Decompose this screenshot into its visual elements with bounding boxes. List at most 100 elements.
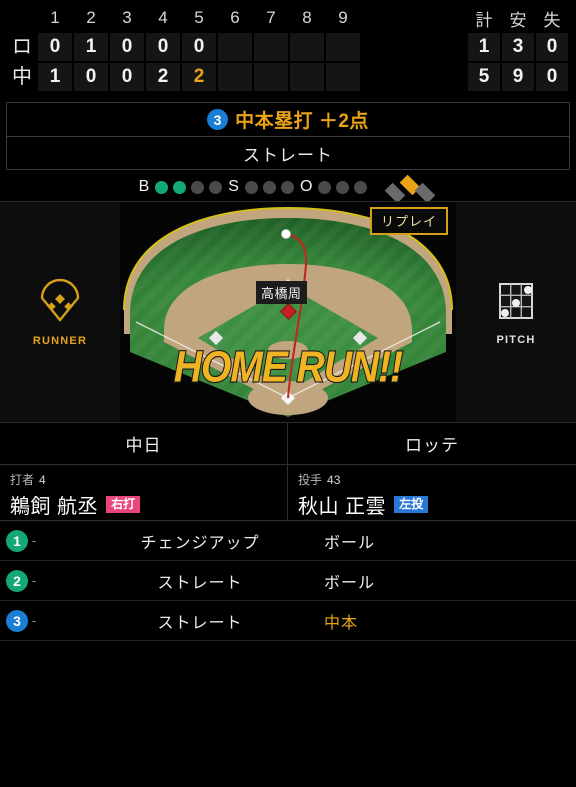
pitcher-number: 43 — [327, 473, 341, 487]
inning-cell-home-9 — [326, 63, 360, 91]
ball-dot-4 — [209, 180, 223, 194]
strike-dot-2 — [262, 180, 276, 194]
inning-header-6: 6 — [230, 8, 240, 27]
base-runner-diamond — [383, 174, 437, 204]
pitch-log-result-1: ボール — [324, 534, 376, 552]
pitch-log-row-1[interactable]: 1 - チェンジアップ ボール — [0, 521, 576, 561]
inning-header-8: 8 — [302, 8, 312, 27]
replay-button[interactable]: リプレイ — [369, 207, 448, 235]
batter-name: 鵜飼 航丞 — [10, 496, 99, 518]
pitch-log-row-2[interactable]: 2 - ストレート ボール — [0, 561, 576, 601]
runner-button[interactable]: RUNNER — [0, 278, 120, 347]
batter-name-line: 鵜飼 航丞 右打 — [10, 490, 277, 519]
total-cells-away: 1 3 0 — [468, 33, 568, 61]
pitch-log-num-wrap-2: 2 - — [0, 569, 100, 592]
ball-count-label: B — [138, 178, 150, 195]
total-errors-away: 0 — [536, 33, 568, 61]
strike-dot-1 — [244, 180, 258, 194]
pitch-number-badge: 3 — [207, 109, 229, 130]
inning-cell-home-5: 2 — [182, 63, 216, 91]
batter-handedness-badge: 右打 — [106, 496, 141, 513]
batter-role-line: 打者 4 — [10, 471, 277, 488]
out-count-group: O — [300, 178, 368, 196]
inning-cell-home-4: 2 — [146, 63, 180, 91]
scoreboard-row-home: 中 1 0 0 2 2 5 9 0 — [0, 62, 576, 92]
inning-cells-away: 0 1 0 0 0 — [38, 33, 360, 61]
scoreboard-corner-spacer: - — [6, 8, 38, 28]
pitch-log-result-3: 中本 — [324, 614, 359, 632]
pitch-log-speed-2: - — [32, 573, 37, 588]
homerun-result-text: HOME RUN!! — [173, 342, 404, 392]
strike-zone-grid-icon — [493, 279, 539, 330]
inning-cell-home-2: 0 — [74, 63, 108, 91]
total-header-hits: 安 — [509, 10, 527, 30]
inning-cell-away-9 — [326, 33, 360, 61]
pitcher-role-line: 投手 43 — [298, 471, 566, 488]
runner-button-label: RUNNER — [32, 334, 88, 347]
inning-cell-home-7 — [254, 63, 288, 91]
pitch-log-number-3: 3 — [6, 609, 28, 632]
pitch-log-speed-1: - — [32, 533, 37, 548]
team-column-header: 中日 ロッテ — [0, 423, 576, 465]
out-dot-1 — [318, 180, 332, 194]
pitch-button[interactable]: PITCH — [456, 279, 576, 346]
strike-dot-3 — [280, 180, 294, 194]
inning-header-2: 2 — [86, 8, 96, 27]
inning-cell-away-3: 0 — [110, 33, 144, 61]
inning-header-5: 5 — [194, 8, 204, 27]
pitcher-name: 秋山 正雲 — [298, 496, 387, 518]
inning-header-7: 7 — [266, 8, 276, 27]
event-result-text: 中本塁打 ＋2点 — [235, 111, 369, 132]
inning-cell-away-7 — [254, 33, 288, 61]
pitch-log-number-2: 2 — [6, 569, 28, 592]
ball-dot-1 — [155, 180, 169, 194]
inning-cell-home-1: 1 — [38, 63, 72, 91]
inning-cell-home-3: 0 — [110, 63, 144, 91]
pitch-button-label: PITCH — [496, 333, 536, 346]
team-column-home[interactable]: 中日 — [0, 423, 288, 464]
out-dot-2 — [336, 180, 350, 194]
pitcher-info[interactable]: 投手 43 秋山 正雲 左投 — [288, 465, 576, 520]
ball-dot-2 — [173, 180, 187, 194]
pitch-log-type-3: ストレート — [157, 614, 243, 632]
pitch-log-number-1: 1 — [6, 529, 28, 552]
total-errors-home: 0 — [536, 63, 568, 91]
strike-count-label: S — [228, 178, 239, 195]
scoreboard-row-away: ロ 0 1 0 0 0 1 3 0 — [0, 32, 576, 62]
scoreboard: - 1 2 3 4 5 6 7 8 9 計 安 失 ロ 0 1 0 0 0 — [0, 0, 576, 98]
pitch-log-type-2: ストレート — [157, 574, 243, 592]
pitch-log-num-wrap-3: 3 - — [0, 609, 100, 632]
out-dot-3 — [354, 180, 368, 194]
strike-count-group: S — [228, 178, 294, 196]
ball-dot-3 — [191, 180, 205, 194]
inning-header-3: 3 — [122, 8, 132, 27]
total-hits-away: 3 — [502, 33, 534, 61]
scoreboard-header-row: - 1 2 3 4 5 6 7 8 9 計 安 失 — [0, 4, 576, 32]
event-banner: 3 中本塁打 ＋2点 ストレート — [6, 102, 570, 170]
pitch-log-result-2: ボール — [324, 574, 376, 592]
play-visualization-area: RUNNER リプレイ 高橋周 HOME RUN!! PITCH — [0, 201, 576, 423]
inning-cell-away-2: 1 — [74, 33, 108, 61]
matchup-panel: 打者 4 鵜飼 航丞 右打 投手 43 秋山 正雲 左投 — [0, 465, 576, 521]
ball-count-group: B — [139, 178, 223, 196]
pitch-log-list: 1 - チェンジアップ ボール 2 - ストレート ボール 3 - ストレート … — [0, 521, 576, 641]
total-runs-away: 1 — [468, 33, 500, 61]
fielder-name-label: 高橋周 — [256, 281, 307, 304]
pitch-log-row-3[interactable]: 3 - ストレート 中本 — [0, 601, 576, 641]
batter-role-label: 打者 — [10, 473, 35, 487]
total-header-cells: 計 安 失 — [468, 6, 568, 30]
pitch-log-type-1: チェンジアップ — [140, 534, 260, 552]
batter-info[interactable]: 打者 4 鵜飼 航丞 右打 — [0, 465, 288, 520]
field-diagram: リプレイ 高橋周 HOME RUN!! — [120, 202, 456, 422]
pitcher-name-line: 秋山 正雲 左投 — [298, 490, 566, 519]
inning-cell-away-4: 0 — [146, 33, 180, 61]
team-abbr-home: 中 — [12, 66, 32, 88]
inning-header-1: 1 — [50, 8, 60, 27]
inning-cell-away-1: 0 — [38, 33, 72, 61]
inning-cell-away-5: 0 — [182, 33, 216, 61]
team-column-away[interactable]: ロッテ — [288, 423, 576, 464]
runner-diamond-icon — [33, 278, 87, 331]
inning-cells-home: 1 0 0 2 2 — [38, 63, 360, 91]
pitch-log-num-wrap-1: 1 - — [0, 529, 100, 552]
total-cells-home: 5 9 0 — [468, 63, 568, 91]
